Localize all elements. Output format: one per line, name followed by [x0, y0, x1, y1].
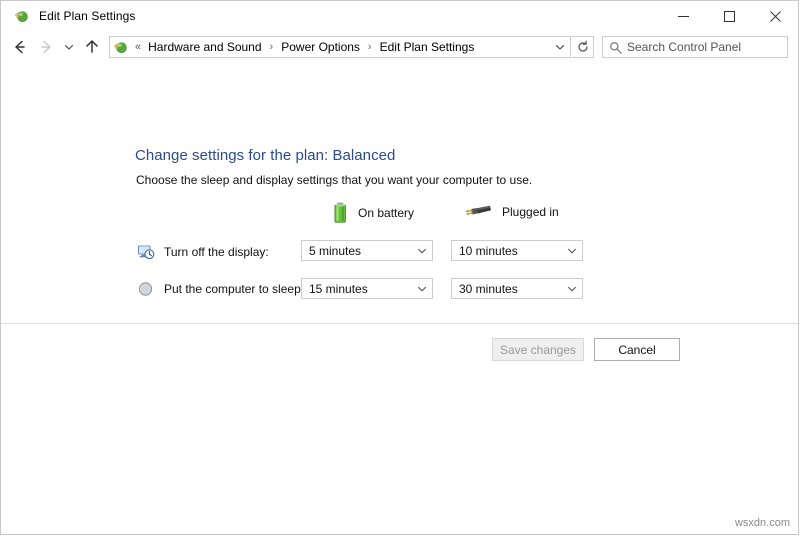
dropdown-display-plugged-in[interactable]: 10 minutes	[451, 240, 583, 261]
breadcrumb-item-power-options[interactable]: Power Options	[279, 40, 362, 54]
minimize-button[interactable]	[660, 1, 706, 31]
setting-label-turn-off-display: Turn off the display:	[164, 245, 269, 259]
battery-icon	[333, 202, 348, 224]
content-area: Change settings for the plan: Balanced C…	[1, 63, 798, 534]
dropdown-display-on-battery[interactable]: 5 minutes	[301, 240, 433, 261]
column-header-on-battery: On battery	[333, 202, 414, 224]
setting-row-turn-off-display: Turn off the display:	[137, 241, 269, 263]
recent-locations-chevron-down-icon[interactable]	[59, 34, 79, 60]
address-chevron-down-icon[interactable]	[550, 37, 570, 57]
chevron-down-icon	[412, 245, 432, 257]
breadcrumb-item-edit-plan-settings[interactable]: Edit Plan Settings	[378, 40, 477, 54]
page-title: Change settings for the plan: Balanced	[135, 147, 395, 164]
breadcrumb-item-hardware-and-sound[interactable]: Hardware and Sound	[146, 40, 263, 54]
page-subtitle: Choose the sleep and display settings th…	[136, 173, 532, 187]
setting-row-put-computer-to-sleep: Put the computer to sleep:	[137, 278, 304, 300]
column-label-on-battery: On battery	[358, 206, 414, 220]
search-icon	[603, 41, 627, 54]
dropdown-sleep-on-battery[interactable]: 15 minutes	[301, 278, 433, 299]
back-button[interactable]	[7, 34, 33, 60]
column-label-plugged-in: Plugged in	[502, 205, 559, 219]
breadcrumb-separator-icon: ›	[264, 41, 280, 53]
search-placeholder: Search Control Panel	[627, 40, 741, 54]
save-changes-button[interactable]: Save changes	[492, 338, 584, 361]
footer-bar: Save changes Cancel	[1, 324, 798, 378]
up-button[interactable]	[79, 34, 105, 60]
watermark: wsxdn.com	[735, 517, 790, 529]
refresh-button[interactable]	[572, 36, 594, 58]
address-power-plan-icon	[113, 39, 129, 55]
power-plan-icon	[14, 8, 30, 24]
setting-label-put-computer-to-sleep: Put the computer to sleep:	[164, 282, 304, 296]
chevron-down-icon	[562, 283, 582, 295]
dropdown-value: 15 minutes	[302, 282, 412, 296]
dropdown-value: 10 minutes	[452, 244, 562, 258]
window-controls	[660, 1, 798, 31]
close-button[interactable]	[752, 1, 798, 31]
search-input[interactable]: Search Control Panel	[602, 36, 788, 58]
breadcrumb-separator-icon: ›	[362, 41, 378, 53]
maximize-button[interactable]	[706, 1, 752, 31]
chevron-down-icon	[562, 245, 582, 257]
navigation-bar: « Hardware and Sound › Power Options › E…	[1, 31, 798, 63]
sleep-moon-icon	[137, 280, 155, 298]
edit-plan-settings-window: Edit Plan Settings	[0, 0, 799, 535]
power-plug-icon	[464, 202, 492, 222]
dropdown-value: 30 minutes	[452, 282, 562, 296]
address-bar[interactable]: « Hardware and Sound › Power Options › E…	[109, 36, 571, 58]
column-header-plugged-in: Plugged in	[464, 202, 559, 222]
display-clock-icon	[137, 243, 155, 261]
chevron-down-icon	[412, 283, 432, 295]
title-bar: Edit Plan Settings	[1, 1, 798, 31]
dropdown-sleep-plugged-in[interactable]: 30 minutes	[451, 278, 583, 299]
forward-button[interactable]	[33, 34, 59, 60]
window-title: Edit Plan Settings	[39, 9, 136, 23]
cancel-button[interactable]: Cancel	[594, 338, 680, 361]
breadcrumb-overflow-icon[interactable]: «	[133, 41, 146, 53]
dropdown-value: 5 minutes	[302, 244, 412, 258]
breadcrumb: « Hardware and Sound › Power Options › E…	[133, 40, 550, 54]
